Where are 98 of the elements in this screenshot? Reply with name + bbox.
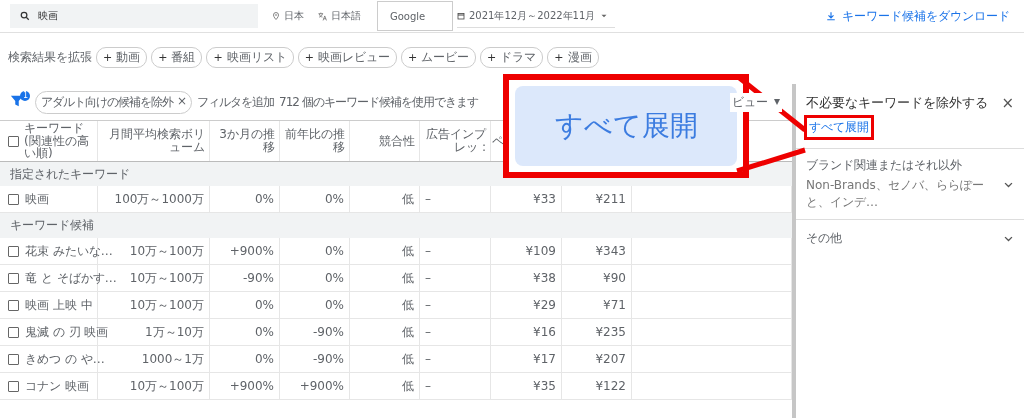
table-cell: 低 — [350, 292, 420, 318]
calendar-icon — [457, 11, 465, 20]
table-cell: – — [420, 265, 491, 291]
search-value: 映画 — [38, 9, 58, 23]
download-icon — [826, 11, 836, 21]
suggestion-chip[interactable]: + ドラマ — [480, 47, 544, 68]
keyword-cell: 花束 みたいな… — [25, 242, 113, 260]
keyword-cell: 竜 と そばかす… — [25, 269, 117, 287]
table-cell: 100万～1000万 — [98, 186, 210, 212]
column-header[interactable]: 競合性 — [350, 121, 420, 161]
table-cell: – — [420, 238, 491, 264]
suggestion-chip[interactable]: + 映画リスト — [206, 47, 294, 68]
table-cell: 低 — [350, 373, 420, 399]
table-cell: 0% — [210, 292, 280, 318]
section-subtitle: Non-Brands、セノバ、ららぽーと、インデ… — [806, 177, 985, 211]
panel-title: 不必要なキーワードを除外する — [806, 94, 989, 112]
table-cell: – — [420, 346, 491, 372]
search-field[interactable]: 映画 — [10, 4, 258, 28]
table-cell: ¥35 — [491, 373, 562, 399]
keyword-cell: コナン 映画 — [25, 377, 89, 395]
table-cell: ¥90 — [562, 265, 632, 291]
table-cell: ¥38 — [491, 265, 562, 291]
table-cell: +900% — [280, 373, 350, 399]
column-header[interactable]: 広告インプレッ : — [420, 121, 491, 161]
checkbox[interactable] — [8, 299, 19, 311]
download-link[interactable]: キーワード候補をダウンロード — [842, 7, 1010, 25]
table-cell: – — [420, 186, 491, 212]
language-label[interactable]: 日本語 — [331, 9, 361, 23]
table-cell: ¥343 — [562, 238, 632, 264]
column-header[interactable]: ペ — [492, 134, 504, 148]
table-cell: ¥207 — [562, 346, 632, 372]
location-pin-icon — [272, 12, 280, 20]
table-cell: 10万～100万 — [98, 292, 210, 318]
table-cell: -90% — [280, 346, 350, 372]
filter-section[interactable]: その他 — [796, 219, 1024, 256]
checkbox[interactable] — [8, 272, 19, 284]
table-cell: +900% — [210, 373, 280, 399]
table-cell: ¥17 — [491, 346, 562, 372]
table-cell: ¥71 — [562, 292, 632, 318]
broaden-label: 検索結果を拡張 — [8, 49, 92, 66]
table-cell: – — [420, 373, 491, 399]
table-cell: 低 — [350, 346, 420, 372]
table-cell: ¥16 — [491, 319, 562, 345]
checkbox[interactable] — [8, 135, 19, 147]
table-cell: 0% — [210, 346, 280, 372]
keyword-cell: 鬼滅 の 刃 映画 — [25, 323, 109, 341]
date-range-selector[interactable]: 2021年12月～2022年11月 — [457, 4, 616, 28]
table-cell: 0% — [280, 265, 350, 291]
group-header: キーワード候補 — [0, 213, 792, 238]
section-title: その他 — [806, 229, 843, 247]
table-cell: 低 — [350, 186, 420, 212]
table-cell: – — [420, 292, 491, 318]
close-button[interactable]: × — [1001, 94, 1014, 112]
table-cell: +900% — [210, 238, 280, 264]
table-cell: 0% — [210, 186, 280, 212]
table-cell: 0% — [210, 319, 280, 345]
table-cell: ¥211 — [562, 186, 632, 212]
network-selector[interactable]: Google — [377, 1, 453, 31]
checkbox[interactable] — [8, 380, 19, 392]
table-cell: ¥109 — [491, 238, 562, 264]
suggestion-chip[interactable]: + 映画レビュー — [297, 47, 397, 68]
suggestion-chip[interactable]: + 動画 — [96, 47, 148, 68]
table-cell: 10万～100万 — [98, 373, 210, 399]
table-cell: – — [420, 319, 491, 345]
column-header[interactable]: キーワード (関連性の高い順) — [24, 122, 93, 160]
section-title: ブランド関連またはそれ以外 — [806, 157, 963, 174]
checkbox[interactable] — [8, 326, 19, 338]
column-header[interactable]: 月間平均検索ボリューム — [98, 121, 210, 161]
count-badge: 1 — [20, 91, 30, 101]
checkbox[interactable] — [8, 193, 19, 205]
location-label[interactable]: 日本 — [284, 9, 304, 23]
keyword-count: 712 個のキーワード候補を使用できます — [279, 93, 478, 111]
column-header[interactable]: 3か月の推移 — [210, 121, 280, 161]
table-cell: 0% — [280, 238, 350, 264]
table-cell: -90% — [210, 265, 280, 291]
table-cell: ¥29 — [491, 292, 562, 318]
add-filter-link[interactable]: フィルタを追加 — [197, 93, 275, 111]
suggestion-chip[interactable]: + 漫画 — [547, 47, 599, 68]
table-cell: -90% — [280, 319, 350, 345]
checkbox[interactable] — [8, 245, 19, 257]
column-header[interactable]: 前年比の推移 — [280, 121, 350, 161]
keyword-cell: 映画 — [25, 190, 49, 208]
search-icon — [20, 11, 30, 21]
table-cell: ¥235 — [562, 319, 632, 345]
filter-section[interactable]: ブランド関連またはそれ以外 Non-Brands、セノバ、ららぽーと、インデ… — [796, 148, 1024, 219]
expand-all-link[interactable]: すべて展開 — [804, 115, 874, 140]
table-cell: 低 — [350, 265, 420, 291]
translate-icon — [318, 11, 327, 21]
table-cell: ¥122 — [562, 373, 632, 399]
table-cell: ¥33 — [491, 186, 562, 212]
table-cell: 0% — [280, 186, 350, 212]
table-cell: 低 — [350, 319, 420, 345]
suggestion-chip[interactable]: + ムービー — [400, 47, 477, 68]
table-cell: 0% — [280, 292, 350, 318]
checkbox[interactable] — [8, 353, 19, 365]
keyword-cell: 映画 上映 中 — [25, 296, 93, 314]
suggestion-chip[interactable]: + 番組 — [151, 47, 203, 68]
table-cell: 低 — [350, 238, 420, 264]
